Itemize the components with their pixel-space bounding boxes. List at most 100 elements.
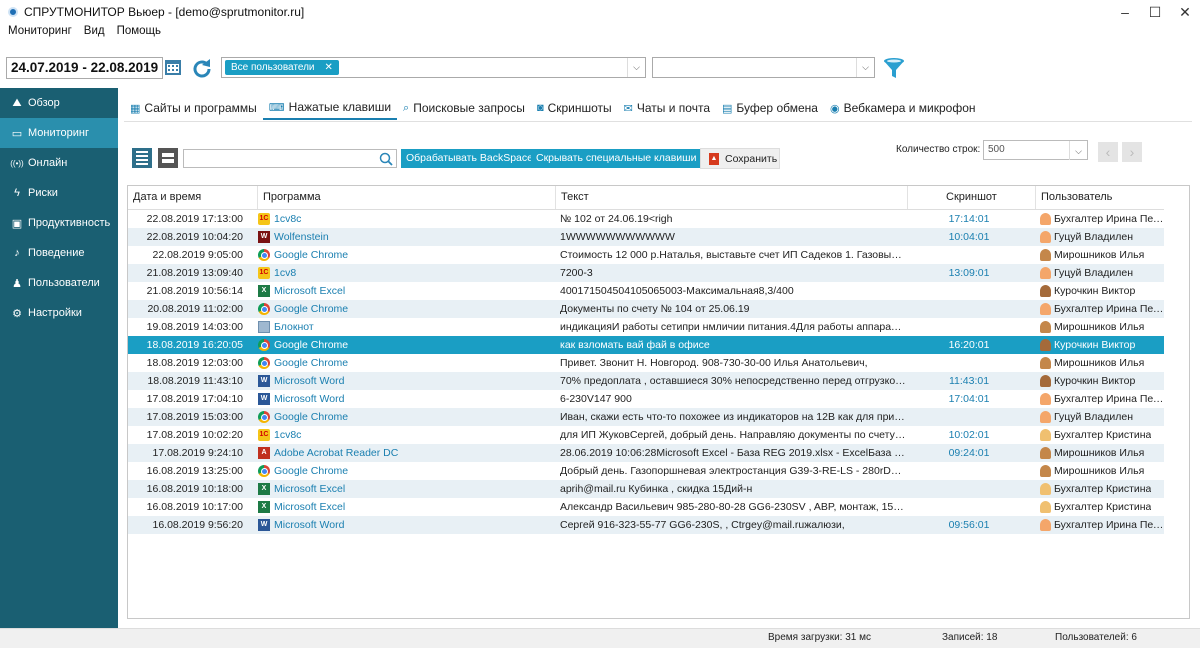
- table-row[interactable]: 18.08.2019 11:43:10 W Microsoft Word 70% пр…: [128, 372, 1165, 390]
- cell-user: Бухгалтер Кристина: [1038, 426, 1165, 444]
- user-name: Бухгалтер Кристина: [1054, 501, 1152, 513]
- sidebar-item-monitoring[interactable]: ▭ Мониторинг: [0, 118, 118, 148]
- compact-view-button[interactable]: [158, 148, 178, 168]
- tab-search-queries[interactable]: ⌕ Поисковые запросы: [397, 96, 531, 120]
- secondary-filter-combo[interactable]: ⌵: [652, 57, 875, 78]
- cell-screenshot-link[interactable]: [908, 498, 1030, 516]
- table-row[interactable]: 21.08.2019 10:56:14 X Microsoft Excel 40017…: [128, 282, 1165, 300]
- program-name: 1cv8c: [274, 429, 302, 441]
- remove-tag-icon[interactable]: ✕: [325, 60, 333, 75]
- sidebar-item-label: Настройки: [28, 307, 82, 319]
- minimize-button[interactable]: –: [1110, 0, 1140, 24]
- table-row[interactable]: 16.08.2019 10:17:00 X Microsoft Excel Алекс…: [128, 498, 1165, 516]
- cell-screenshot-link[interactable]: [908, 318, 1030, 336]
- sidebar-item-risks[interactable]: ϟ Риски: [0, 178, 118, 208]
- chevron-down-icon[interactable]: ⌵: [627, 58, 645, 77]
- save-button[interactable]: ▲ Сохранить: [700, 148, 780, 169]
- tab-webcam-mic[interactable]: ◉ Вебкамера и микрофон: [824, 96, 982, 120]
- cell-user: Бухгалтер Ирина Пет...: [1038, 300, 1165, 318]
- cell-user: Гуцуй Владилен: [1038, 408, 1165, 426]
- menu-help[interactable]: Помощь: [117, 25, 161, 43]
- column-datetime[interactable]: Дата и время: [128, 186, 258, 209]
- table-row[interactable]: 20.08.2019 11:02:00 Google Chrome Документ…: [128, 300, 1165, 318]
- cell-screenshot-link[interactable]: [908, 300, 1030, 318]
- table-row[interactable]: 22.08.2019 10:04:20 W Wolfenstein 1WWWWWWWW…: [128, 228, 1165, 246]
- chrome-icon: [258, 303, 270, 315]
- cell-screenshot-link[interactable]: [908, 462, 1030, 480]
- table-row[interactable]: 18.08.2019 16:20:05 Google Chrome как взло…: [128, 336, 1165, 354]
- cell-screenshot-link[interactable]: [908, 282, 1030, 300]
- refresh-icon[interactable]: [190, 57, 214, 81]
- sidebar-item-users[interactable]: ♟ Пользователи: [0, 268, 118, 298]
- cell-screenshot-link[interactable]: [908, 246, 1030, 264]
- chevron-down-icon[interactable]: ⌵: [856, 58, 874, 77]
- sidebar-item-overview[interactable]: ⛰ Обзор: [0, 88, 118, 118]
- cell-screenshot-link[interactable]: 10:02:01: [908, 426, 1030, 444]
- tab-screenshots[interactable]: ◙ Скриншоты: [531, 96, 618, 120]
- tab-chats-mail[interactable]: ✉ Чаты и почта: [618, 96, 716, 120]
- cell-screenshot-link[interactable]: 13:09:01: [908, 264, 1030, 282]
- list-view-button[interactable]: [132, 148, 152, 168]
- tab-sites-programs[interactable]: ▦ Сайты и программы: [124, 96, 263, 120]
- tab-keystrokes[interactable]: ⌨ Нажатые клавиши: [262, 96, 398, 120]
- table-row[interactable]: 19.08.2019 14:03:00 Блокнот индикацияИ раб…: [128, 318, 1165, 336]
- tab-clipboard[interactable]: ▤ Буфер обмена: [716, 96, 824, 120]
- cell-screenshot-link[interactable]: 09:24:01: [908, 444, 1030, 462]
- next-page-button[interactable]: ›: [1122, 142, 1142, 162]
- vertical-scrollbar[interactable]: [1164, 186, 1189, 618]
- date-range-field[interactable]: 24.07.2019 - 22.08.2019: [6, 57, 163, 79]
- table-row[interactable]: 22.08.2019 17:13:00 1C 1cv8c № 102 от 24.06…: [128, 210, 1165, 228]
- user-filter-combo[interactable]: Все пользователи ✕ ⌵: [221, 57, 646, 78]
- avatar-icon: [1040, 429, 1051, 441]
- maximize-button[interactable]: ☐: [1140, 0, 1170, 24]
- rows-count-select[interactable]: 500 ⌵: [983, 140, 1088, 160]
- menu-monitoring[interactable]: Мониторинг: [8, 25, 72, 43]
- cell-screenshot-link[interactable]: 17:14:01: [908, 210, 1030, 228]
- sidebar-item-productivity[interactable]: ▣ Продуктивность: [0, 208, 118, 238]
- cell-screenshot-link[interactable]: 09:56:01: [908, 516, 1030, 534]
- column-program[interactable]: Программа: [258, 186, 556, 209]
- close-button[interactable]: ✕: [1170, 0, 1200, 24]
- table-row[interactable]: 16.08.2019 9:56:20 W Microsoft Word Сергей …: [128, 516, 1165, 534]
- pdf-icon: ▲: [709, 152, 719, 165]
- column-text[interactable]: Текст: [556, 186, 908, 209]
- filter-icon[interactable]: [882, 56, 906, 80]
- calendar-icon[interactable]: [164, 58, 182, 76]
- table-row[interactable]: 17.08.2019 15:03:00 Google Chrome Иван, ск…: [128, 408, 1165, 426]
- table-row[interactable]: 18.08.2019 12:03:00 Google Chrome Привет. …: [128, 354, 1165, 372]
- chevron-down-icon[interactable]: ⌵: [1069, 141, 1087, 160]
- chrome-icon: [258, 249, 270, 261]
- sidebar-item-online[interactable]: ((•)) Онлайн: [0, 148, 118, 178]
- cell-program: X Microsoft Excel: [258, 480, 553, 498]
- table-row[interactable]: 17.08.2019 17:04:10 W Microsoft Word 6-230V…: [128, 390, 1165, 408]
- cell-screenshot-link[interactable]: [908, 408, 1030, 426]
- cell-datetime: 22.08.2019 10:04:20: [146, 231, 243, 243]
- cell-screenshot-link[interactable]: 17:04:01: [908, 390, 1030, 408]
- cell-screenshot-link[interactable]: [908, 354, 1030, 372]
- menu-view[interactable]: Вид: [84, 25, 105, 43]
- table-row[interactable]: 17.08.2019 10:02:20 1C 1cv8c для ИП ЖуковСе…: [128, 426, 1165, 444]
- cell-screenshot-link[interactable]: [908, 480, 1030, 498]
- table-row[interactable]: 16.08.2019 10:18:00 X Microsoft Excel aprih…: [128, 480, 1165, 498]
- sidebar-item-settings[interactable]: ⚙ Настройки: [0, 298, 118, 328]
- cell-screenshot-link[interactable]: 11:43:01: [908, 372, 1030, 390]
- cell-screenshot-link[interactable]: 16:20:01: [908, 336, 1030, 354]
- keyboard-icon: ⌨: [268, 101, 285, 114]
- table-row[interactable]: 16.08.2019 13:25:00 Google Chrome Добрый д…: [128, 462, 1165, 480]
- search-input[interactable]: [183, 149, 397, 168]
- column-screenshot[interactable]: Скриншот: [908, 186, 1036, 209]
- cell-text: Привет. Звонит Н. Новгород. 908-730-30-0…: [560, 357, 868, 369]
- table-row[interactable]: 21.08.2019 13:09:40 1C 1cv8 7200-3 13:09:01 Г…: [128, 264, 1165, 282]
- user-filter-tag: Все пользователи ✕: [225, 60, 339, 75]
- prev-page-button[interactable]: ‹: [1098, 142, 1118, 162]
- search-icon[interactable]: [379, 152, 393, 166]
- cell-screenshot-link[interactable]: 10:04:01: [908, 228, 1030, 246]
- table-row[interactable]: 17.08.2019 9:24:10 A Adobe Acrobat Reader …: [128, 444, 1165, 462]
- process-backspace-button[interactable]: Обрабатывать BackSpace: [401, 149, 538, 168]
- cell-text: aprih@mail.ru Кубинка , скидка 15Дий-н: [560, 483, 753, 495]
- table-row[interactable]: 22.08.2019 9:05:00 Google Chrome Стоимость…: [128, 246, 1165, 264]
- sidebar-item-behavior[interactable]: ♪ Поведение: [0, 238, 118, 268]
- sidebar-item-label: Продуктивность: [28, 217, 111, 229]
- hide-special-keys-button[interactable]: Скрывать специальные клавиши: [531, 149, 702, 168]
- column-user[interactable]: Пользователь: [1036, 186, 1165, 209]
